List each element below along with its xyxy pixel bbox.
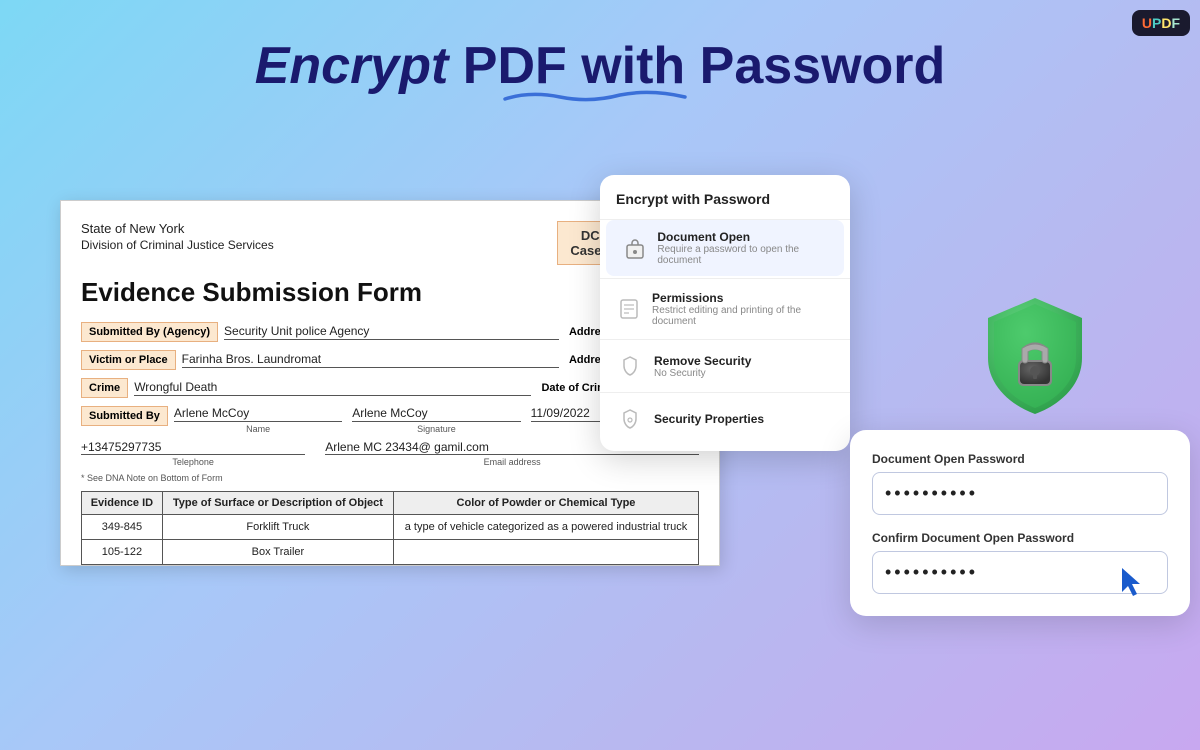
table-cell-id-2: 105-122 — [82, 540, 163, 565]
document-lock-icon — [622, 234, 647, 262]
encrypt-item-doc-open-title: Document Open — [657, 230, 828, 244]
pdf-col-name: Arlene McCoy Name — [174, 406, 342, 434]
badge-u: U — [1142, 15, 1152, 31]
badge-p: P — [1152, 15, 1161, 31]
encrypt-panel-title: Encrypt with Password — [600, 191, 850, 220]
pdf-label-agency: Submitted By (Agency) — [81, 322, 218, 342]
pdf-name-sublabel: Name — [174, 424, 342, 434]
encrypt-item-doc-open-subtitle: Require a password to open the document — [657, 244, 828, 266]
title-italic: Encrypt — [255, 37, 449, 95]
table-row: 105-122 Box Trailer — [82, 540, 699, 565]
updf-badge: UPDF — [1132, 10, 1190, 36]
encrypt-item-remove-security-subtitle: No Security — [654, 368, 751, 379]
remove-security-icon — [616, 352, 644, 380]
encrypt-item-remove-security-text: Remove Security No Security — [654, 354, 751, 379]
table-cell-color-1: a type of vehicle categorized as a power… — [394, 515, 699, 540]
table-cell-surface-2: Box Trailer — [162, 540, 393, 565]
pdf-value-agency: Security Unit police Agency — [224, 324, 559, 340]
pdf-dna-note: * See DNA Note on Bottom of Form — [81, 473, 699, 483]
table-header-surface: Type of Surface or Description of Object — [162, 492, 393, 515]
encrypt-item-security-properties[interactable]: Security Properties — [600, 395, 850, 443]
pdf-org: State of New York Division of Criminal J… — [81, 221, 274, 252]
encrypt-item-permissions-subtitle: Restrict editing and printing of the doc… — [652, 305, 834, 327]
pass-open-label: Document Open Password — [872, 452, 1168, 466]
encrypt-item-security-props-title: Security Properties — [654, 412, 764, 426]
badge-d: D — [1161, 15, 1171, 31]
encrypt-item-document-open[interactable]: Document Open Require a password to open… — [606, 220, 844, 276]
encrypt-item-remove-security-title: Remove Security — [654, 354, 751, 368]
table-cell-id-1: 349-845 — [82, 515, 163, 540]
encrypt-divider-2 — [600, 339, 850, 340]
permissions-icon — [616, 295, 642, 323]
encrypt-item-doc-open-text: Document Open Require a password to open… — [657, 230, 828, 266]
badge-f: F — [1171, 15, 1180, 31]
pass-open-input[interactable] — [872, 472, 1168, 515]
table-header-color: Color of Powder or Chemical Type — [394, 492, 699, 515]
security-properties-icon — [616, 405, 644, 433]
encrypt-item-remove-security[interactable]: Remove Security No Security — [600, 342, 850, 390]
pdf-phone-col: +13475297735 Telephone — [81, 440, 305, 467]
pdf-telephone-value: +13475297735 — [81, 440, 305, 455]
table-header-id: Evidence ID — [82, 492, 163, 515]
pdf-evidence-table: Evidence ID Type of Surface or Descripti… — [81, 491, 699, 565]
title-rest: PDF with Password — [448, 37, 945, 95]
encrypt-item-permissions[interactable]: Permissions Restrict editing and printin… — [600, 281, 850, 337]
encrypt-divider-3 — [600, 392, 850, 393]
pdf-col-signature: Arlene McCoy Signature — [352, 406, 520, 434]
encrypt-divider-1 — [600, 278, 850, 279]
table-row: 349-845 Forklift Truck a type of vehicle… — [82, 515, 699, 540]
pdf-signature-sublabel: Signature — [352, 424, 520, 434]
pass-confirm-label: Confirm Document Open Password — [872, 531, 1168, 545]
encrypt-item-security-props-text: Security Properties — [654, 412, 764, 426]
pdf-value-crime: Wrongful Death — [134, 380, 531, 396]
pdf-org-line2: Division of Criminal Justice Services — [81, 238, 274, 252]
pdf-email-sublabel: Email address — [325, 457, 699, 467]
table-cell-color-2 — [394, 540, 699, 565]
pdf-org-line1: State of New York — [81, 221, 274, 236]
table-cell-surface-1: Forklift Truck — [162, 515, 393, 540]
pdf-label-victim: Victim or Place — [81, 350, 176, 370]
pdf-label-crime: Crime — [81, 378, 128, 398]
pdf-telephone-sublabel: Telephone — [81, 457, 305, 467]
pdf-value-victim: Farinha Bros. Laundromat — [182, 352, 559, 368]
encrypt-item-permissions-text: Permissions Restrict editing and printin… — [652, 291, 834, 327]
encrypt-panel: Encrypt with Password Document Open Requ… — [600, 175, 850, 451]
shield-3d-icon — [970, 290, 1100, 420]
pdf-submittedby-label: Submitted By — [81, 406, 168, 426]
password-panel: Document Open Password Confirm Document … — [850, 430, 1190, 616]
pdf-signature-value: Arlene McCoy — [352, 406, 520, 422]
cursor-arrow-icon — [1118, 566, 1150, 598]
page-title: Encrypt PDF with Password — [0, 0, 1200, 105]
encrypt-item-permissions-title: Permissions — [652, 291, 834, 305]
pdf-name-value: Arlene McCoy — [174, 406, 342, 422]
